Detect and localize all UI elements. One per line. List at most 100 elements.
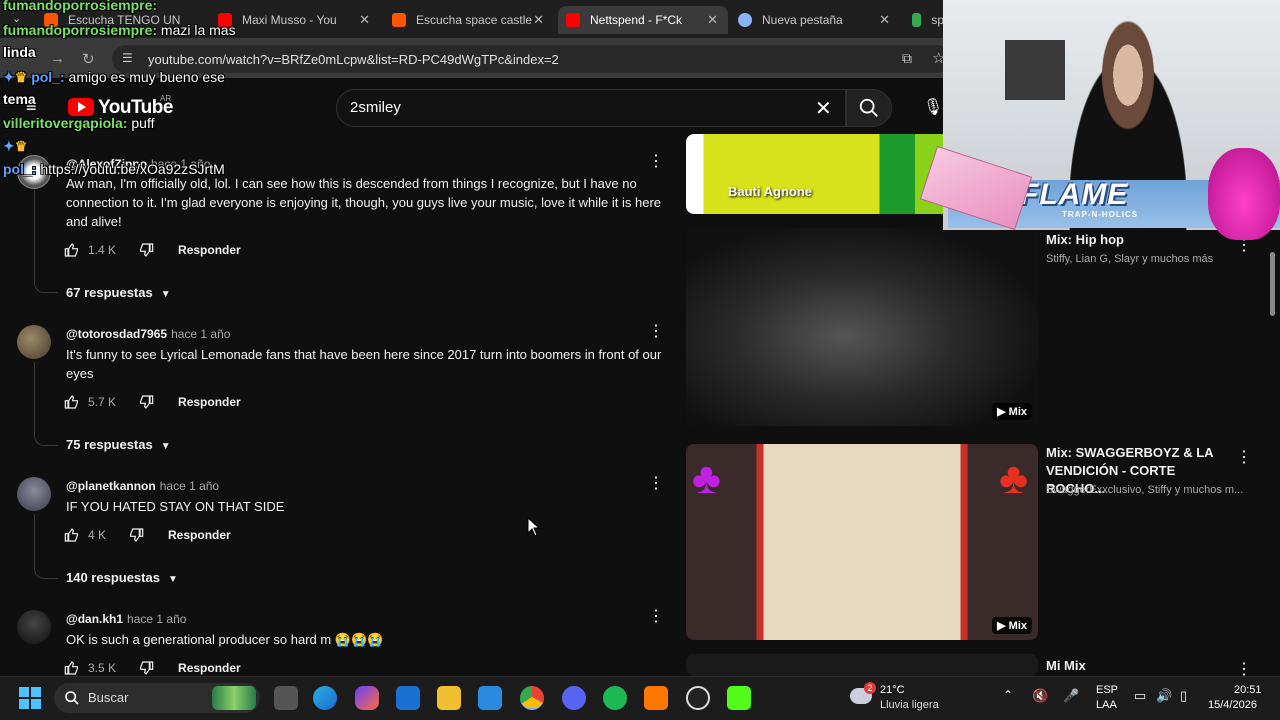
scrollbar[interactable]: [1270, 252, 1275, 316]
like-icon[interactable]: [64, 242, 80, 258]
weather-temp[interactable]: 21°C: [880, 684, 905, 696]
like-icon[interactable]: [64, 527, 80, 543]
copilot-icon[interactable]: [355, 686, 379, 710]
mix-badge: ▶ Mix: [992, 617, 1032, 634]
chevron-up-icon[interactable]: ⌃: [1003, 688, 1013, 702]
youtube-icon: [566, 13, 580, 27]
comment-actions: 1.4 K Responder: [64, 240, 241, 260]
video-title[interactable]: Mi Mix: [1046, 657, 1226, 675]
dislike-icon[interactable]: [138, 242, 154, 258]
reply-button[interactable]: Responder: [178, 243, 241, 257]
discord-icon[interactable]: [562, 686, 586, 710]
crown-icon: ♛: [14, 138, 28, 154]
thread-line: [34, 362, 58, 446]
soundcloud-icon[interactable]: [644, 686, 668, 710]
reply-button[interactable]: Responder: [178, 395, 241, 409]
video-channel: Stiffy, Lian G, Slayr y muchos más: [1046, 253, 1214, 265]
more-options-icon[interactable]: ⋮: [648, 323, 664, 341]
badge-icon: ✦: [3, 138, 15, 154]
mouse-cursor-icon: [527, 517, 541, 537]
chat-message: pol_: https://youtu.be/xOa92zSJrtM: [3, 161, 225, 177]
search-icon: [859, 98, 878, 117]
language-code[interactable]: ESP: [1096, 684, 1118, 696]
file-explorer-icon[interactable]: [437, 686, 461, 710]
search-icon: [65, 691, 79, 705]
crown-icon: ♛: [14, 69, 28, 85]
reply-button[interactable]: Responder: [178, 661, 241, 675]
like-count: 4 K: [88, 528, 107, 542]
reply-button[interactable]: Responder: [168, 528, 231, 542]
drive-icon: [912, 13, 922, 27]
video-thumbnail[interactable]: ▶ Mix: [686, 228, 1038, 426]
search-input[interactable]: [336, 89, 846, 127]
avatar[interactable]: [17, 610, 51, 644]
avatar[interactable]: [17, 477, 51, 511]
store-icon[interactable]: [478, 686, 502, 710]
chat-message: ✦♛ pol_: amigo es muy bueno ese: [3, 69, 225, 85]
close-tab-icon[interactable]: ✕: [533, 12, 544, 28]
search-button[interactable]: [846, 89, 892, 127]
task-view-icon[interactable]: [274, 686, 298, 710]
thumbnail-label: Bauti Agnone: [728, 184, 813, 199]
url-text: youtube.com/watch?v=BRfZe0mLcpw&list=RD-…: [148, 52, 559, 67]
clock-time[interactable]: 20:51: [1234, 684, 1262, 696]
search-highlight-icon: [212, 686, 256, 710]
close-tab-icon[interactable]: ✕: [879, 12, 890, 28]
display-icon[interactable]: ▭: [1134, 688, 1146, 704]
sound-muted-icon[interactable]: 🔇: [1032, 688, 1048, 704]
chat-message: fumandoporrosiempre: mazi la mas: [3, 22, 236, 38]
dislike-icon[interactable]: [128, 527, 144, 543]
windows-start-icon[interactable]: [19, 687, 41, 709]
chat-message: ✦♛: [3, 138, 27, 155]
like-count: 5.7 K: [88, 395, 117, 409]
close-tab-icon[interactable]: ✕: [707, 12, 718, 28]
youtube-logo-icon[interactable]: [68, 98, 94, 116]
taskbar-search-text: Buscar: [88, 690, 129, 705]
tab-3[interactable]: Escucha space castle ✕: [384, 6, 554, 34]
reload-icon[interactable]: ↻: [82, 50, 95, 68]
bunny-logo-icon: ♣: [692, 454, 721, 503]
dislike-icon[interactable]: [138, 394, 154, 410]
more-options-icon[interactable]: ⋮: [648, 153, 664, 171]
like-icon[interactable]: [64, 660, 80, 676]
badge-icon: ✦: [3, 69, 15, 85]
comment-actions: 4 K Responder: [64, 525, 231, 545]
more-options-icon[interactable]: ⋮: [1236, 447, 1252, 467]
comment-author[interactable]: @dan.kh1 hace 1 año: [66, 612, 186, 626]
comment-actions: 5.7 K Responder: [64, 392, 241, 412]
outlook-icon[interactable]: [396, 686, 420, 710]
kick-icon[interactable]: [727, 686, 751, 710]
install-icon[interactable]: ⧉: [902, 50, 912, 67]
comment-author[interactable]: @totorosdad7965 hace 1 año: [66, 327, 230, 341]
video-title[interactable]: Mix: Hip hop: [1046, 231, 1226, 249]
tab-5[interactable]: Nueva pestaña ✕: [730, 6, 900, 34]
obs-icon[interactable]: [686, 686, 710, 710]
tab-6[interactable]: sp: [904, 6, 944, 34]
close-tab-icon[interactable]: ✕: [359, 12, 370, 28]
chevron-down-icon: ▼: [160, 289, 171, 300]
flame-banner-text: FLAME: [1020, 178, 1129, 211]
battery-icon[interactable]: ▯: [1180, 688, 1187, 704]
chrome-icon[interactable]: [520, 686, 544, 710]
dislike-icon[interactable]: [138, 660, 154, 676]
view-replies-button[interactable]: 140 respuestas ▼: [66, 570, 178, 585]
volume-icon[interactable]: 🔊: [1156, 688, 1172, 704]
search-query: 2smiley: [350, 99, 401, 116]
chevron-down-icon: ▼: [167, 574, 178, 585]
comment-author[interactable]: @planetkannon hace 1 año: [66, 479, 219, 493]
clear-search-icon[interactable]: ✕: [815, 96, 832, 121]
video-thumbnail[interactable]: [686, 654, 1038, 676]
more-options-icon[interactable]: ⋮: [648, 475, 664, 493]
microphone-icon[interactable]: 🎤: [1063, 688, 1079, 704]
more-options-icon[interactable]: ⋮: [648, 608, 664, 626]
view-replies-button[interactable]: 75 respuestas ▼: [66, 437, 171, 452]
like-icon[interactable]: [64, 394, 80, 410]
avatar[interactable]: [17, 325, 51, 359]
view-replies-button[interactable]: 67 respuestas ▼: [66, 285, 171, 300]
site-info-icon[interactable]: ☰: [122, 51, 133, 65]
tab-4-active[interactable]: Nettspend - F*Ck ✕: [558, 6, 728, 34]
video-thumbnail[interactable]: ♣ ♣ ▶ Mix: [686, 444, 1038, 640]
spotify-icon[interactable]: [603, 686, 627, 710]
edge-icon[interactable]: [313, 686, 337, 710]
forward-icon[interactable]: →: [50, 50, 65, 67]
